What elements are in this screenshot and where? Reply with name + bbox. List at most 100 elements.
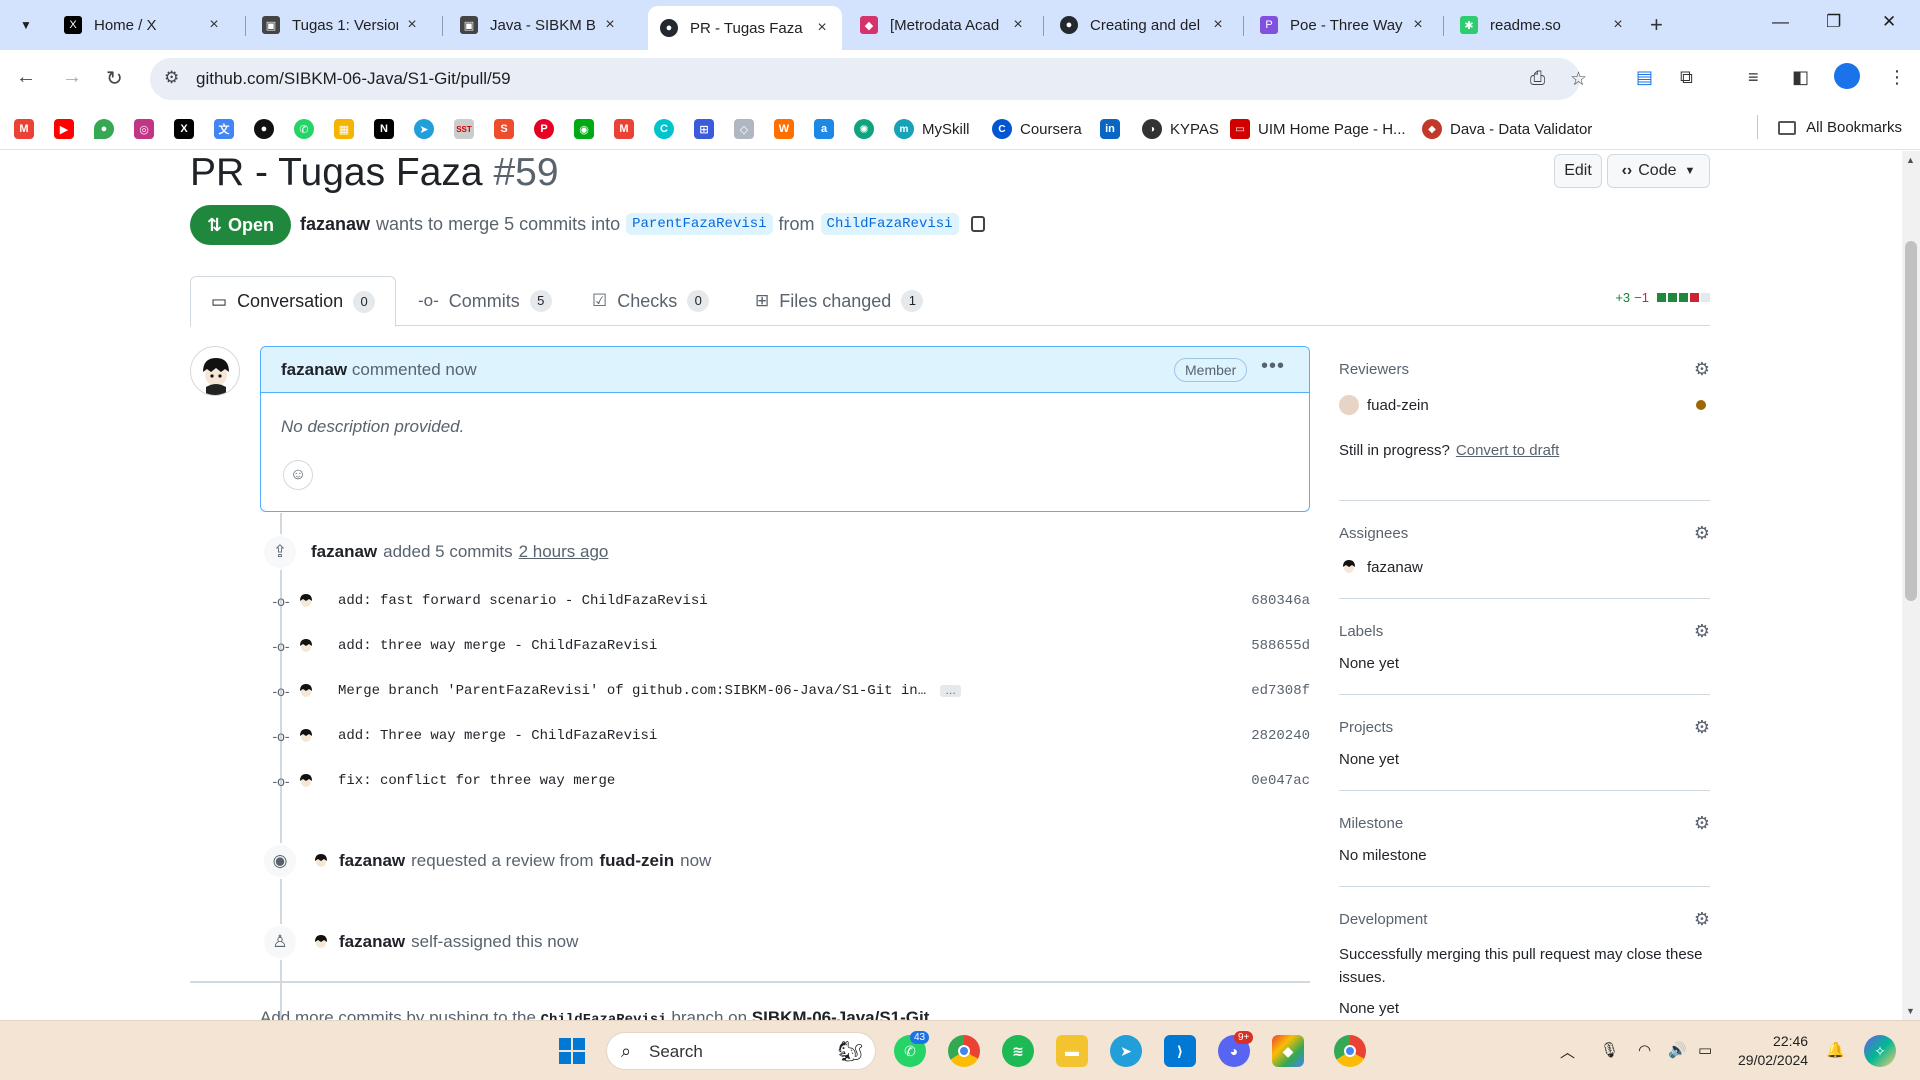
tab-conversation[interactable]: ▭ Conversation 0 — [190, 276, 397, 327]
pr-author-link[interactable]: fazanaw — [300, 214, 370, 235]
tab-search-button[interactable]: ▼ — [10, 10, 42, 40]
browser-tab-active[interactable]: ● PR - Tugas Faza × — [648, 6, 842, 50]
avatar[interactable] — [296, 636, 316, 656]
comment-author[interactable]: fazanaw — [281, 360, 347, 379]
bookmark-dava[interactable]: ◆ Dava - Data Validator — [1422, 119, 1592, 139]
browser-tab[interactable]: X Home / X × — [52, 8, 234, 42]
gear-icon[interactable]: ⚙ — [1694, 359, 1710, 380]
drive-icon[interactable]: ◇ — [734, 119, 754, 139]
avatar[interactable] — [296, 591, 316, 611]
chatgpt-icon[interactable]: ✺ — [854, 119, 874, 139]
wifi-icon[interactable]: ◠ — [1638, 1041, 1651, 1059]
site-info-icon[interactable]: ⚙ — [164, 68, 179, 88]
side-panel-icon[interactable]: ◧ — [1792, 67, 1809, 88]
shopee-icon[interactable]: S — [494, 119, 514, 139]
gmail-icon[interactable]: M — [614, 119, 634, 139]
commit-message-link[interactable]: Merge branch 'ParentFazaRevisi' of githu… — [338, 683, 926, 699]
browser-tab[interactable]: ◆ [Metrodata Acad × — [848, 8, 1038, 42]
comment-options-icon[interactable]: ••• — [1261, 355, 1285, 378]
expand-commit-button[interactable]: … — [940, 685, 962, 697]
sst-icon[interactable]: SST — [454, 119, 474, 139]
close-window-icon[interactable]: ✕ — [1882, 12, 1896, 32]
reading-list-icon[interactable]: ▤ — [1636, 67, 1653, 88]
linkedin-icon[interactable]: in — [1100, 119, 1120, 139]
translate-icon[interactable]: 文 — [214, 119, 234, 139]
address-bar[interactable]: ⚙ github.com/SIBKM-06-Java/S1-Git/pull/5… — [150, 58, 1587, 100]
all-bookmarks-button[interactable]: All Bookmarks — [1778, 119, 1902, 136]
gear-icon[interactable]: ⚙ — [1694, 621, 1710, 642]
browser-tab[interactable]: ▣ Java - SIBKM Bat × — [448, 8, 630, 42]
assignee-item[interactable]: fazanaw — [1339, 557, 1423, 577]
chrome-icon[interactable] — [948, 1035, 980, 1067]
file-explorer-icon[interactable]: ▬ — [1056, 1035, 1088, 1067]
bookmark-kypas[interactable]: ◑ KYPAS — [1142, 119, 1219, 139]
whatsapp-icon[interactable]: ✆ — [294, 119, 314, 139]
convert-to-draft-link[interactable]: Convert to draft — [1456, 442, 1559, 459]
system-clock[interactable]: 22:46 29/02/2024 — [1738, 1032, 1808, 1070]
install-app-icon[interactable]: ⎙ — [1530, 68, 1545, 90]
avatar[interactable] — [190, 346, 240, 396]
taskbar-search[interactable]: ⌕ Search 🐿 — [606, 1032, 876, 1070]
copy-icon[interactable] — [970, 216, 985, 232]
reload-icon[interactable]: ↻ — [106, 66, 123, 91]
media-control-icon[interactable]: ≡ — [1748, 67, 1759, 88]
tab-files-changed[interactable]: ⊞ Files changed 1 — [755, 276, 924, 326]
head-branch[interactable]: ChildFazaRevisi — [820, 213, 959, 235]
close-tab-icon[interactable]: × — [1410, 16, 1426, 34]
edit-button[interactable]: Edit — [1554, 154, 1602, 188]
commit-sha-link[interactable]: 2820240 — [1251, 728, 1310, 744]
copilot-icon[interactable]: ✧ — [1864, 1035, 1896, 1067]
browser-tab[interactable]: P Poe - Three Way × — [1248, 8, 1438, 42]
gear-icon[interactable]: ⚙ — [1694, 909, 1710, 930]
battery-icon[interactable]: ▭ — [1698, 1041, 1712, 1059]
close-tab-icon[interactable]: × — [1610, 16, 1626, 34]
base-branch[interactable]: ParentFazaRevisi — [626, 213, 773, 235]
commit-message-link[interactable]: add: three way merge - ChildFazaRevisi — [338, 638, 657, 654]
relative-time-link[interactable]: 2 hours ago — [519, 542, 609, 562]
restore-icon[interactable]: ❐ — [1826, 12, 1841, 32]
code-button[interactable]: ‹› Code ▼ — [1607, 154, 1710, 188]
commit-sha-link[interactable]: 680346a — [1251, 593, 1310, 609]
add-reaction-icon[interactable]: ☺ — [283, 460, 313, 490]
avatar[interactable] — [296, 681, 316, 701]
close-tab-icon[interactable]: × — [206, 16, 222, 34]
gear-icon[interactable]: ⚙ — [1694, 523, 1710, 544]
avatar[interactable] — [296, 726, 316, 746]
bookmark-uim[interactable]: ▭ UIM Home Page - H... — [1230, 119, 1406, 139]
close-tab-icon[interactable]: × — [404, 16, 420, 34]
volume-icon[interactable]: 🔊 — [1668, 1041, 1687, 1059]
scrollbar-thumb[interactable] — [1905, 241, 1917, 601]
menu-kebab-icon[interactable]: ⋮ — [1888, 67, 1906, 88]
profile-avatar[interactable] — [1834, 63, 1860, 89]
x-logo-icon[interactable]: X — [174, 119, 194, 139]
commit-sha-link[interactable]: ed7308f — [1251, 683, 1310, 699]
close-tab-icon[interactable]: × — [1210, 16, 1226, 34]
vscode-icon[interactable]: ⟩ — [1164, 1035, 1196, 1067]
scroll-up-icon[interactable]: ▲ — [1906, 155, 1915, 165]
notion-icon[interactable]: N — [374, 119, 394, 139]
bookmark-coursera[interactable]: C Coursera — [992, 119, 1082, 139]
commit-sha-link[interactable]: 588655d — [1251, 638, 1310, 654]
avatar[interactable] — [311, 851, 331, 871]
page-scrollbar[interactable]: ▲ ▼ — [1902, 151, 1920, 1020]
tab-commits[interactable]: -o- Commits 5 — [418, 276, 552, 326]
game-icon[interactable]: ◉ — [574, 119, 594, 139]
new-tab-button[interactable]: + — [1650, 12, 1663, 38]
photos-icon[interactable]: ▦ — [334, 119, 354, 139]
microphone-icon[interactable]: 🎙 — [1600, 1041, 1619, 1059]
reviewer-item[interactable]: fuad-zein — [1339, 395, 1429, 415]
scan-icon[interactable]: ⊞ — [694, 119, 714, 139]
instagram-icon[interactable]: ◎ — [134, 119, 154, 139]
browser-tab[interactable]: ✱ readme.so × — [1448, 8, 1638, 42]
gear-icon[interactable]: ⚙ — [1694, 813, 1710, 834]
avatar[interactable] — [296, 771, 316, 791]
chrome-active-icon[interactable] — [1334, 1035, 1366, 1067]
wattpad-icon[interactable]: W — [774, 119, 794, 139]
avatar[interactable] — [311, 932, 331, 952]
back-arrow-icon[interactable]: ← — [16, 66, 36, 89]
bookmark-star-icon[interactable]: ☆ — [1570, 68, 1587, 91]
youtube-icon[interactable]: ▶ — [54, 119, 74, 139]
commit-message-link[interactable]: add: fast forward scenario - ChildFazaRe… — [338, 593, 708, 609]
pinterest-icon[interactable]: P — [534, 119, 554, 139]
telegram-icon[interactable]: ➤ — [414, 119, 434, 139]
